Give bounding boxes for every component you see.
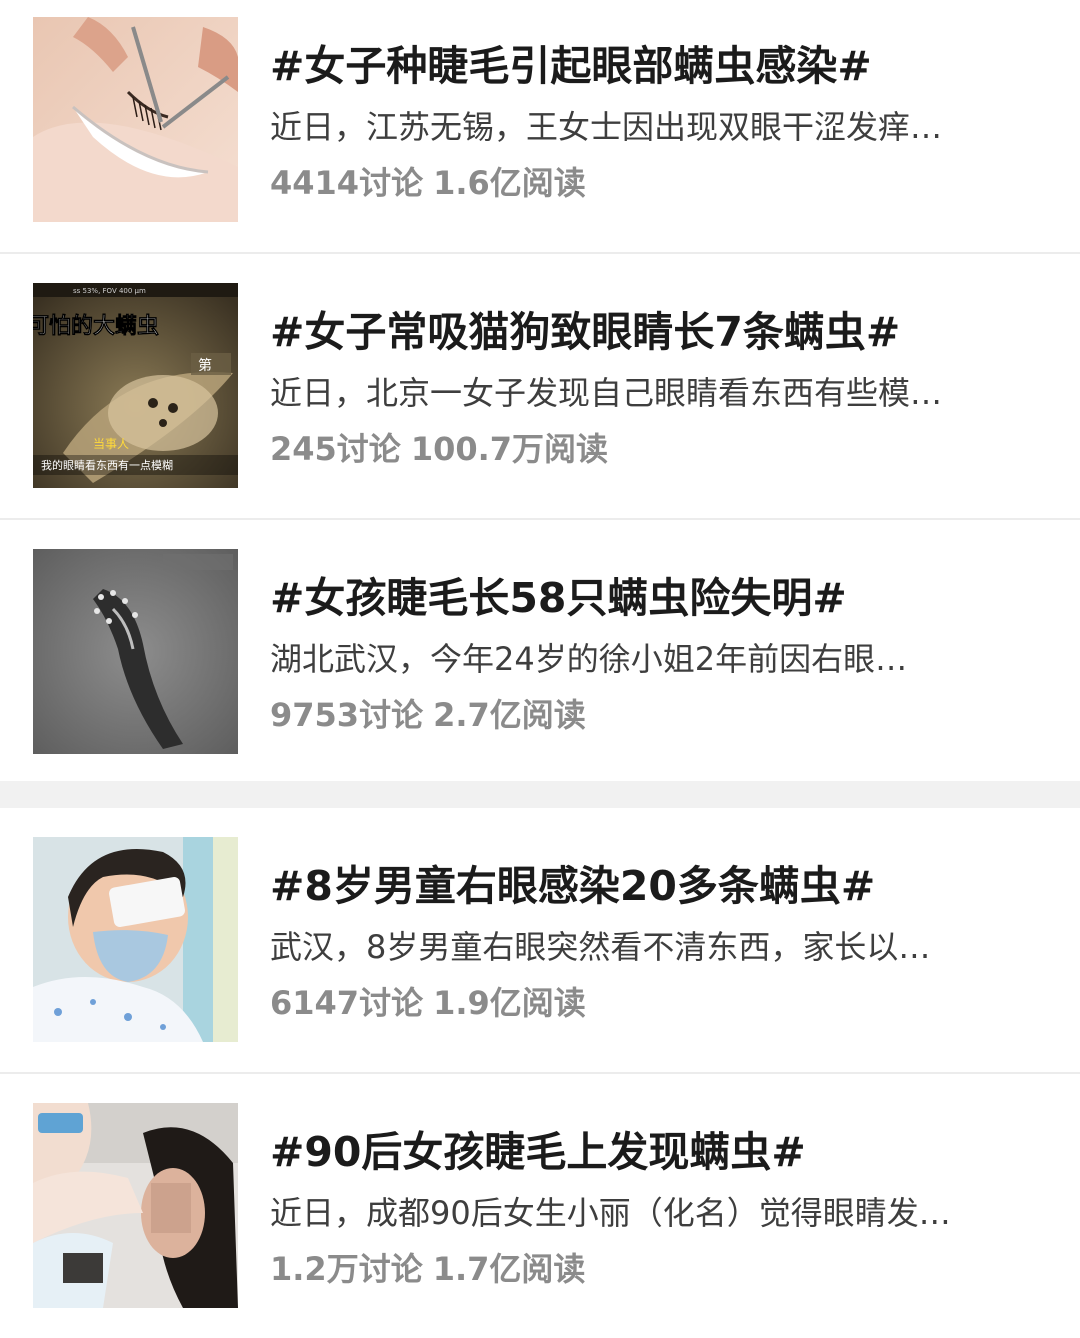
discussion-count: 9753讨论 [270, 696, 424, 734]
read-count: 1.9亿阅读 [433, 984, 586, 1022]
topic-title[interactable]: #女孩睫毛长58只螨虫险失明# [270, 570, 1060, 626]
topic-title[interactable]: #女子常吸猫狗致眼睛长7条螨虫# [270, 304, 1060, 360]
divider [0, 1072, 1080, 1074]
topic-stats: 9753讨论 2.7亿阅读 [270, 692, 586, 738]
divider [0, 518, 1080, 520]
topic-title[interactable]: #90后女孩睫毛上发现螨虫# [270, 1124, 1060, 1180]
eye-examination-photo-icon [33, 1103, 238, 1308]
topic-item[interactable]: #90后女孩睫毛上发现螨虫# 近日，成都90后女生小丽（化名）觉得眼睛发… 1.… [0, 1086, 1080, 1338]
topic-stats: 245讨论 100.7万阅读 [270, 426, 608, 472]
topic-item[interactable]: #女子种睫毛引起眼部螨虫感染# 近日，江苏无锡，王女士因出现双眼干涩发痒… 44… [0, 0, 1080, 252]
mite-micrograph-thumbnail[interactable] [33, 549, 238, 754]
divider [0, 252, 1080, 254]
thumb-logo-text: 第 [198, 357, 212, 374]
mite-video-thumbnail[interactable]: ss 53%, FOV 400 μm 可怕的大螨虫 第 当事人 我的眼睛看东西有… [33, 283, 238, 488]
boy-eye-patch-thumbnail[interactable] [33, 837, 238, 1042]
topic-summary: 武汉，8岁男童右眼突然看不清东西，家长以… [270, 928, 931, 966]
topic-title[interactable]: #女子种睫毛引起眼部螨虫感染# [270, 38, 1060, 94]
discussion-count: 6147讨论 [270, 984, 424, 1022]
boy-with-eye-patch-photo-icon [33, 837, 238, 1042]
eye-exam-thumbnail[interactable] [33, 1103, 238, 1308]
section-gap [0, 781, 1080, 808]
eyelash-extension-photo-icon [33, 17, 238, 222]
topic-summary: 近日，成都90后女生小丽（化名）觉得眼睛发… [270, 1194, 951, 1232]
discussion-count: 1.2万讨论 [270, 1250, 423, 1288]
topic-stats: 1.2万讨论 1.7亿阅读 [270, 1246, 585, 1292]
read-count: 1.6亿阅读 [433, 164, 586, 202]
eyelash-extension-thumbnail[interactable] [33, 17, 238, 222]
topic-summary: 近日，北京一女子发现自己眼睛看东西有些模… [270, 374, 943, 412]
thumb-scale-text: ss 53%, FOV 400 μm [73, 287, 146, 295]
read-count: 2.7亿阅读 [433, 696, 586, 734]
mite-micrograph-icon [33, 549, 238, 754]
topic-summary: 近日，江苏无锡，王女士因出现双眼干涩发痒… [270, 108, 943, 146]
topic-summary: 湖北武汉，今年24岁的徐小姐2年前因右眼… [270, 640, 908, 678]
thumb-headline-text: 可怕的大螨虫 [33, 313, 159, 339]
topic-item[interactable]: #女孩睫毛长58只螨虫险失明# 湖北武汉，今年24岁的徐小姐2年前因右眼… 97… [0, 532, 1080, 784]
thumb-subtitle-text: 我的眼睛看东西有一点模糊 [41, 458, 173, 472]
thumb-speaker-text: 当事人 [93, 437, 129, 451]
topic-stats: 6147讨论 1.9亿阅读 [270, 980, 586, 1026]
topic-title[interactable]: #8岁男童右眼感染20多条螨虫# [270, 858, 1060, 914]
mite-microscope-video-still-icon: ss 53%, FOV 400 μm 可怕的大螨虫 第 当事人 我的眼睛看东西有… [33, 283, 238, 488]
read-count: 1.7亿阅读 [432, 1250, 586, 1288]
topic-item[interactable]: #8岁男童右眼感染20多条螨虫# 武汉，8岁男童右眼突然看不清东西，家长以… 6… [0, 820, 1080, 1072]
discussion-count: 4414讨论 [270, 164, 424, 202]
read-count: 100.7万阅读 [410, 430, 609, 468]
topic-stats: 4414讨论 1.6亿阅读 [270, 160, 586, 206]
topic-item[interactable]: ss 53%, FOV 400 μm 可怕的大螨虫 第 当事人 我的眼睛看东西有… [0, 266, 1080, 518]
discussion-count: 245讨论 [270, 430, 401, 468]
